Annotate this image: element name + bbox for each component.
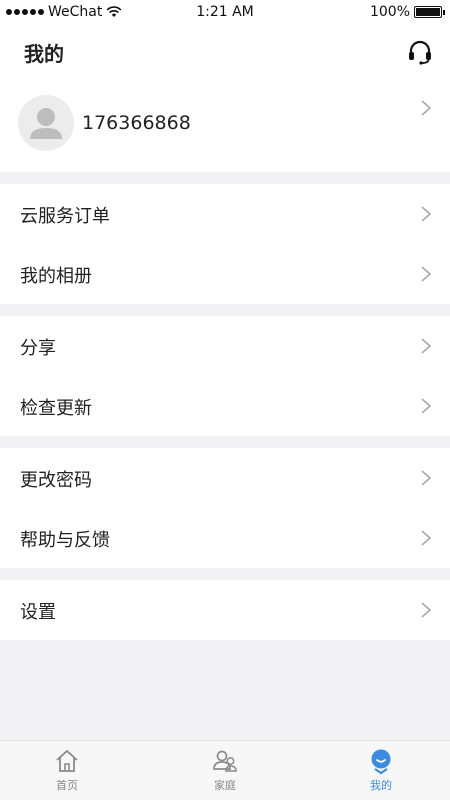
home-icon xyxy=(56,749,78,772)
menu-item-label: 我的相册 xyxy=(20,266,92,287)
menu-item-change-password[interactable]: 更改密码 xyxy=(0,448,450,508)
chevron-right-icon xyxy=(421,530,432,546)
menu-item-label: 设置 xyxy=(20,602,56,623)
chevron-right-icon xyxy=(421,398,432,414)
status-right: 100% xyxy=(369,4,445,20)
tab-bar: 首页 家庭 我的 xyxy=(0,740,450,800)
menu-item-settings[interactable]: 设置 xyxy=(0,580,450,640)
menu-item-label: 帮助与反馈 xyxy=(20,530,110,551)
menu-item-label: 分享 xyxy=(20,338,56,359)
tab-label: 首页 xyxy=(56,779,78,792)
user-avatar-icon xyxy=(18,95,74,151)
menu-section-4: 设置 xyxy=(0,580,450,640)
tab-home[interactable]: 首页 xyxy=(27,747,107,799)
tab-me[interactable]: 我的 xyxy=(341,747,421,799)
chevron-right-icon xyxy=(421,338,432,354)
chevron-right-icon xyxy=(421,206,432,222)
chevron-right-icon xyxy=(421,470,432,486)
menu-item-help-feedback[interactable]: 帮助与反馈 xyxy=(0,508,450,568)
screen: WeChat 1:21 AM 100% 我的 176366868 云服务订单 我… xyxy=(0,0,450,800)
page-title: 我的 xyxy=(24,42,64,66)
header: 我的 xyxy=(0,26,450,78)
menu-item-label: 检查更新 xyxy=(20,398,92,419)
chevron-right-icon xyxy=(421,602,432,618)
tab-label: 家庭 xyxy=(214,779,236,792)
menu-item-share[interactable]: 分享 xyxy=(0,316,450,376)
menu-section-2: 分享 检查更新 xyxy=(0,316,450,436)
phone-number: 176366868 xyxy=(82,112,191,134)
battery-label: 100% xyxy=(369,4,410,20)
menu-section-1: 云服务订单 我的相册 xyxy=(0,184,450,304)
profile-card[interactable]: 176366868 xyxy=(0,78,450,172)
tab-label: 我的 xyxy=(370,779,392,792)
chevron-right-icon xyxy=(421,266,432,282)
chevron-right-icon xyxy=(421,100,432,116)
menu-section-3: 更改密码 帮助与反馈 xyxy=(0,448,450,568)
family-icon xyxy=(213,750,237,772)
menu-item-label: 云服务订单 xyxy=(20,206,110,227)
battery-icon xyxy=(414,6,445,18)
menu-item-label: 更改密码 xyxy=(20,470,92,491)
menu-item-cloud-orders[interactable]: 云服务订单 xyxy=(0,184,450,244)
tab-family[interactable]: 家庭 xyxy=(185,747,265,799)
status-bar: WeChat 1:21 AM 100% xyxy=(0,0,450,26)
menu-item-check-update[interactable]: 检查更新 xyxy=(0,376,450,436)
menu-item-my-album[interactable]: 我的相册 xyxy=(0,244,450,304)
me-icon xyxy=(371,749,391,775)
headset-icon[interactable] xyxy=(406,38,434,66)
